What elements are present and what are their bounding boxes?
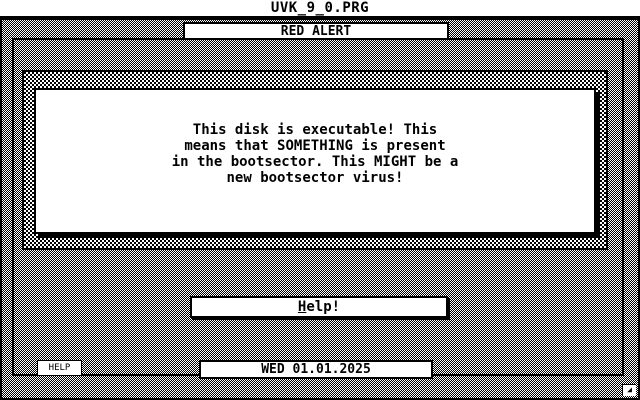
small-help-label: HELP [48,363,71,373]
window-title-tab: RED ALERT [183,22,449,39]
help-button-mnemonic: H [297,299,307,315]
date-display: WED 01.01.2025 [199,360,433,379]
alert-message: This disk is executable! This means that… [171,122,459,186]
date-text: WED 01.01.2025 [261,362,371,377]
resize-corner-icon[interactable]: ◢ [622,384,636,396]
app-title-bar: UVK_9_0.PRG [0,0,640,18]
window-title: RED ALERT [280,23,352,39]
small-help-button[interactable]: HELP [37,360,82,376]
app-title: UVK_9_0.PRG [270,0,370,16]
message-box: This disk is executable! This means that… [34,88,596,234]
help-button-label: elp! [306,299,341,315]
help-button[interactable]: Help! [190,296,448,318]
